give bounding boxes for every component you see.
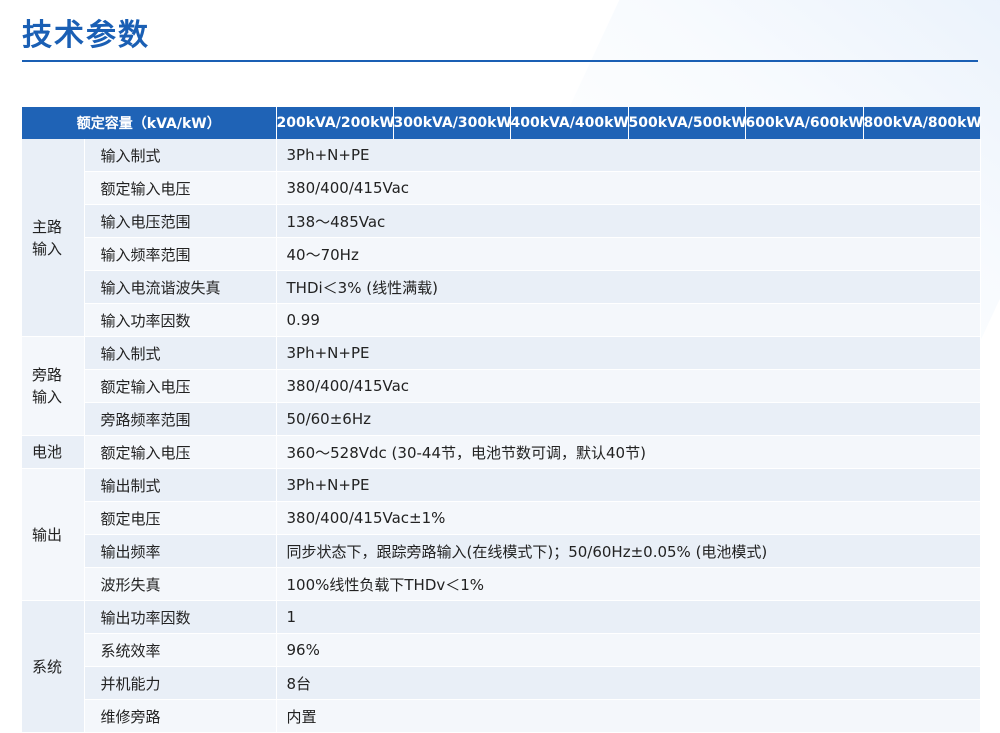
table-row: 旁路频率范围 50/60±6Hz — [22, 402, 981, 436]
param-value: 96% — [276, 633, 981, 667]
table-row: 额定输入电压 380/400/415Vac — [22, 171, 981, 205]
param-name: 输出制式 — [84, 468, 277, 502]
param-name: 输入频率范围 — [84, 237, 277, 271]
table-row: 系统 输出功率因数 1 — [22, 600, 981, 733]
param-name: 输入电流谐波失真 — [84, 270, 277, 304]
param-value: 内置 — [276, 699, 981, 733]
capacity-header-cell: 800kVA/800kW — [863, 107, 982, 139]
param-name: 波形失真 — [84, 567, 277, 601]
param-name: 输出频率 — [84, 534, 277, 568]
param-name: 系统效率 — [84, 633, 277, 667]
param-name: 并机能力 — [84, 666, 277, 700]
param-name: 额定电压 — [84, 501, 277, 535]
param-value: 138～485Vac — [276, 204, 981, 238]
group-label: 输出 — [22, 468, 85, 601]
table-row: 输入频率范围 40～70Hz — [22, 237, 981, 271]
capacity-header-cell: 200kVA/200kW — [276, 107, 395, 139]
table-row: 输出频率 同步状态下，跟踪旁路输入(在线模式下)；50/60Hz±0.05% (电… — [22, 534, 981, 568]
table-header-row: 额定容量（kVA/kW） 200kVA/200kW 300kVA/300kW 4… — [22, 107, 982, 139]
spec-table: 额定容量（kVA/kW） 200kVA/200kW 300kVA/300kW 4… — [22, 107, 982, 733]
table-row: 额定电压 380/400/415Vac±1% — [22, 501, 981, 535]
param-value: 380/400/415Vac±1% — [276, 501, 981, 535]
table-row: 输出 输出制式 3Ph+N+PE — [22, 468, 981, 601]
param-value: 3Ph+N+PE — [276, 468, 981, 502]
capacity-header-cell: 600kVA/600kW — [745, 107, 864, 139]
param-value: 0.99 — [276, 303, 981, 337]
param-value: THDi＜3% (线性满载) — [276, 270, 981, 304]
param-value: 380/400/415Vac — [276, 171, 981, 205]
table-row: 波形失真 100%线性负载下THDv＜1% — [22, 567, 981, 601]
table-row: 输入功率因数 0.99 — [22, 303, 981, 337]
param-name: 旁路频率范围 — [84, 402, 277, 436]
param-name: 额定输入电压 — [84, 171, 277, 205]
param-value: 8台 — [276, 666, 981, 700]
title-divider — [22, 60, 978, 62]
table-row: 输入电流谐波失真 THDi＜3% (线性满载) — [22, 270, 981, 304]
param-name: 额定输入电压 — [84, 369, 277, 403]
table-row: 维修旁路 内置 — [22, 699, 981, 733]
param-value: 360～528Vdc (30-44节，电池节数可调，默认40节) — [276, 435, 981, 469]
param-value: 同步状态下，跟踪旁路输入(在线模式下)；50/60Hz±0.05% (电池模式) — [276, 534, 981, 568]
param-name: 维修旁路 — [84, 699, 277, 733]
param-name: 输入制式 — [84, 336, 277, 370]
spec-table-body: 主路 输入 输入制式 3Ph+N+PE 额定输入电压 380/400/415Vac 输入电压… — [22, 139, 981, 733]
param-name: 输出功率因数 — [84, 600, 277, 634]
param-name: 额定输入电压 — [84, 435, 277, 469]
param-value: 3Ph+N+PE — [276, 139, 981, 172]
param-value: 100%线性负载下THDv＜1% — [276, 567, 981, 601]
group-label: 电池 — [22, 435, 85, 469]
param-value: 380/400/415Vac — [276, 369, 981, 403]
table-row: 主路 输入 输入制式 3Ph+N+PE — [22, 139, 981, 337]
table-row: 额定输入电压 380/400/415Vac — [22, 369, 981, 403]
capacity-header-cell: 500kVA/500kW — [628, 107, 747, 139]
group-label: 系统 — [22, 600, 85, 733]
param-value: 50/60±6Hz — [276, 402, 981, 436]
table-row: 输入电压范围 138～485Vac — [22, 204, 981, 238]
param-value: 1 — [276, 600, 981, 634]
capacity-header-cell: 300kVA/300kW — [393, 107, 512, 139]
capacity-header-cell: 400kVA/400kW — [510, 107, 629, 139]
table-row: 电池 额定输入电压 360～528Vdc (30-44节，电池节数可调，默认40节) — [22, 435, 981, 469]
param-value: 40～70Hz — [276, 237, 981, 271]
table-row: 系统效率 96% — [22, 633, 981, 667]
page-title: 技术参数 — [22, 18, 150, 53]
param-name: 输入制式 — [84, 139, 277, 172]
table-row: 旁路 输入 输入制式 3Ph+N+PE — [22, 336, 981, 436]
param-value: 3Ph+N+PE — [276, 336, 981, 370]
group-label: 旁路 输入 — [22, 336, 85, 436]
param-name: 输入电压范围 — [84, 204, 277, 238]
capacity-header-label: 额定容量（kVA/kW） — [22, 107, 277, 139]
group-label: 主路 输入 — [22, 139, 85, 337]
param-name: 输入功率因数 — [84, 303, 277, 337]
table-row: 并机能力 8台 — [22, 666, 981, 700]
